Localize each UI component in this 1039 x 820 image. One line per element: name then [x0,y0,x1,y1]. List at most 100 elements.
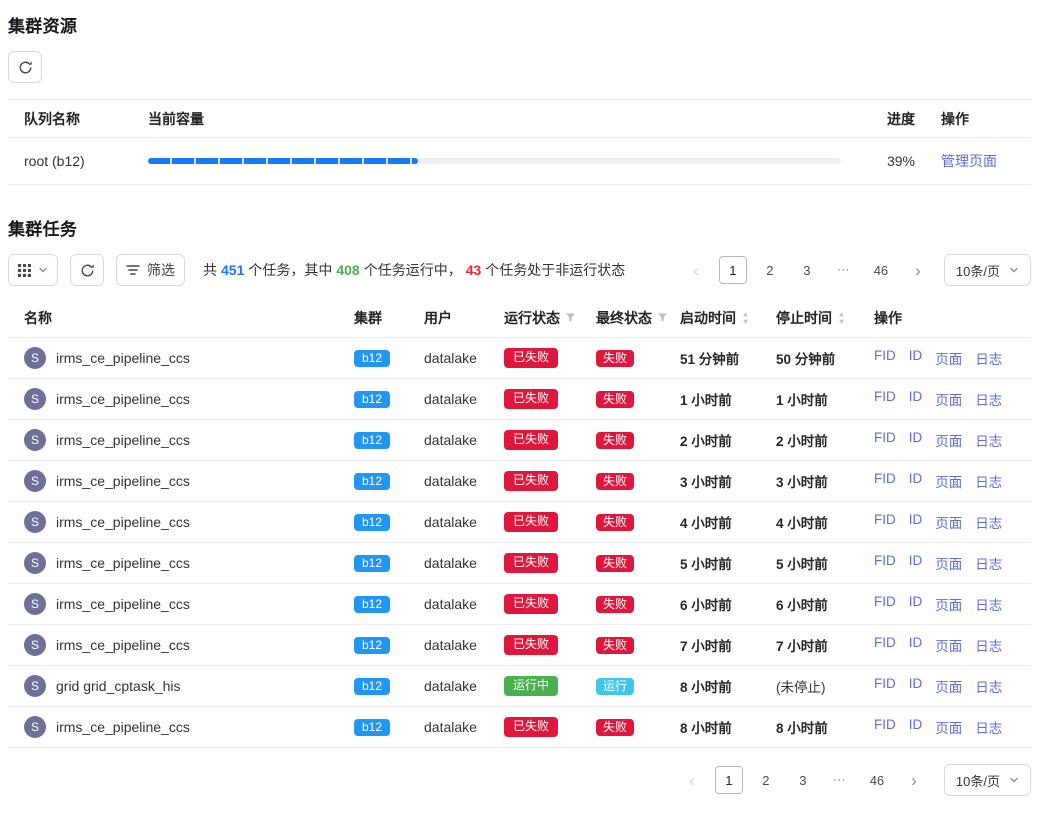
final-status-badge: 失败 [596,596,634,614]
task-user: datalake [424,596,504,612]
fid-link[interactable]: FID [874,471,896,491]
pagination-next[interactable]: › [904,256,932,284]
pagination-page-46[interactable]: 46 [867,256,895,284]
start-time: 2 小时前 [680,430,776,450]
page-link[interactable]: 页面 [935,594,962,614]
page-link[interactable]: 页面 [935,717,962,737]
chevron-down-icon [1009,265,1019,275]
pagination-top: ‹ 1 2 3 ⋯ 46 › [682,256,932,284]
run-status-badge: 已失败 [504,717,558,737]
filter-icon [126,264,140,276]
page-link[interactable]: 页面 [935,635,962,655]
stop-time: 3 小时前 [776,471,874,491]
fid-link[interactable]: FID [874,717,896,737]
task-user: datalake [424,473,504,489]
stopped-count: 43 [466,262,482,278]
id-link[interactable]: ID [909,430,923,450]
pagination-ellipsis[interactable]: ⋯ [830,256,858,284]
page-link[interactable]: 页面 [935,430,962,450]
page-link[interactable]: 页面 [935,553,962,573]
id-link[interactable]: ID [909,512,923,532]
avatar: S [24,347,46,369]
start-time: 4 小时前 [680,512,776,532]
resources-refresh-button[interactable] [8,51,42,83]
tasks-table-header: 名称 集群 用户 运行状态 最终状态 启动时间 停止时间 操作 [8,298,1031,338]
capacity-progress-fill [148,158,418,164]
fid-link[interactable]: FID [874,553,896,573]
header-final-status: 最终状态 [596,308,652,328]
fid-link[interactable]: FID [874,389,896,409]
id-link[interactable]: ID [909,348,923,368]
page-link[interactable]: 页面 [935,676,962,696]
manage-page-link[interactable]: 管理页面 [941,153,997,169]
log-link[interactable]: 日志 [975,676,1002,696]
filter-button[interactable]: 筛选 [116,254,185,286]
sort-icon[interactable] [837,311,846,325]
start-time: 8 小时前 [680,717,776,737]
log-link[interactable]: 日志 [975,471,1002,491]
id-link[interactable]: ID [909,635,923,655]
tasks-refresh-button[interactable] [70,254,104,286]
task-name: irms_ce_pipeline_ccs [56,637,190,653]
task-row: Sirms_ce_pipeline_ccs b12 datalake 已失败 失… [8,338,1031,379]
page-link[interactable]: 页面 [935,512,962,532]
id-link[interactable]: ID [909,389,923,409]
running-count: 408 [336,262,359,278]
avatar: S [24,470,46,492]
page-size-select[interactable]: 10条/页 [944,764,1031,796]
stop-time: 50 分钟前 [776,348,874,368]
id-link[interactable]: ID [909,717,923,737]
fid-link[interactable]: FID [874,594,896,614]
id-link[interactable]: ID [909,471,923,491]
fid-link[interactable]: FID [874,512,896,532]
fid-link[interactable]: FID [874,348,896,368]
task-name: irms_ce_pipeline_ccs [56,473,190,489]
log-link[interactable]: 日志 [975,389,1002,409]
log-link[interactable]: 日志 [975,430,1002,450]
fid-link[interactable]: FID [874,430,896,450]
task-name: irms_ce_pipeline_ccs [56,719,190,735]
cluster-badge: b12 [354,719,390,737]
header-cluster: 集群 [354,308,424,328]
funnel-filter-icon[interactable] [657,312,668,323]
page-link[interactable]: 页面 [935,348,962,368]
column-settings-button[interactable] [8,254,58,286]
log-link[interactable]: 日志 [975,553,1002,573]
final-status-badge: 失败 [596,514,634,532]
pagination-page-2[interactable]: 2 [756,256,784,284]
sort-icon[interactable] [741,311,750,325]
task-row: Sirms_ce_pipeline_ccs b12 datalake 已失败 失… [8,379,1031,420]
id-link[interactable]: ID [909,676,923,696]
page: 集群资源 队列名称 当前容量 进度 操作 root (b12) 39% 管理页面… [0,0,1039,820]
run-status-badge: 已失败 [504,553,558,573]
page-link[interactable]: 页面 [935,389,962,409]
log-link[interactable]: 日志 [975,594,1002,614]
id-link[interactable]: ID [909,594,923,614]
log-link[interactable]: 日志 [975,348,1002,368]
queue-name: root (b12) [24,153,148,169]
header-progress: 进度 [855,109,925,129]
fid-link[interactable]: FID [874,676,896,696]
log-link[interactable]: 日志 [975,512,1002,532]
log-link[interactable]: 日志 [975,717,1002,737]
log-link[interactable]: 日志 [975,635,1002,655]
stop-time: 8 小时前 [776,717,874,737]
tasks-table: 名称 集群 用户 运行状态 最终状态 启动时间 停止时间 操作 Sirms_ce… [8,298,1031,748]
tasks-title: 集群任务 [8,215,1031,240]
fid-link[interactable]: FID [874,635,896,655]
tasks-toolbar: 筛选 共451个任务，其中408个任务运行中，43个任务处于非运行状态 ‹ 1 … [8,254,1031,286]
cluster-badge: b12 [354,555,390,573]
id-link[interactable]: ID [909,553,923,573]
page-link[interactable]: 页面 [935,471,962,491]
page-size-select[interactable]: 10条/页 [944,254,1031,286]
chevron-down-icon [38,265,48,275]
start-time: 5 小时前 [680,553,776,573]
pagination-page-3[interactable]: 3 [793,256,821,284]
header-current-capacity: 当前容量 [148,109,855,129]
funnel-filter-icon[interactable] [565,312,576,323]
tasks-footer: ‹ 1 2 3 ⋯ 46 › 10条/页 [8,764,1031,796]
task-row: Sirms_ce_pipeline_ccs b12 datalake 已失败 失… [8,420,1031,461]
start-time: 51 分钟前 [680,348,776,368]
final-status-badge: 失败 [596,432,634,450]
pagination-page-1[interactable]: 1 [719,256,747,284]
